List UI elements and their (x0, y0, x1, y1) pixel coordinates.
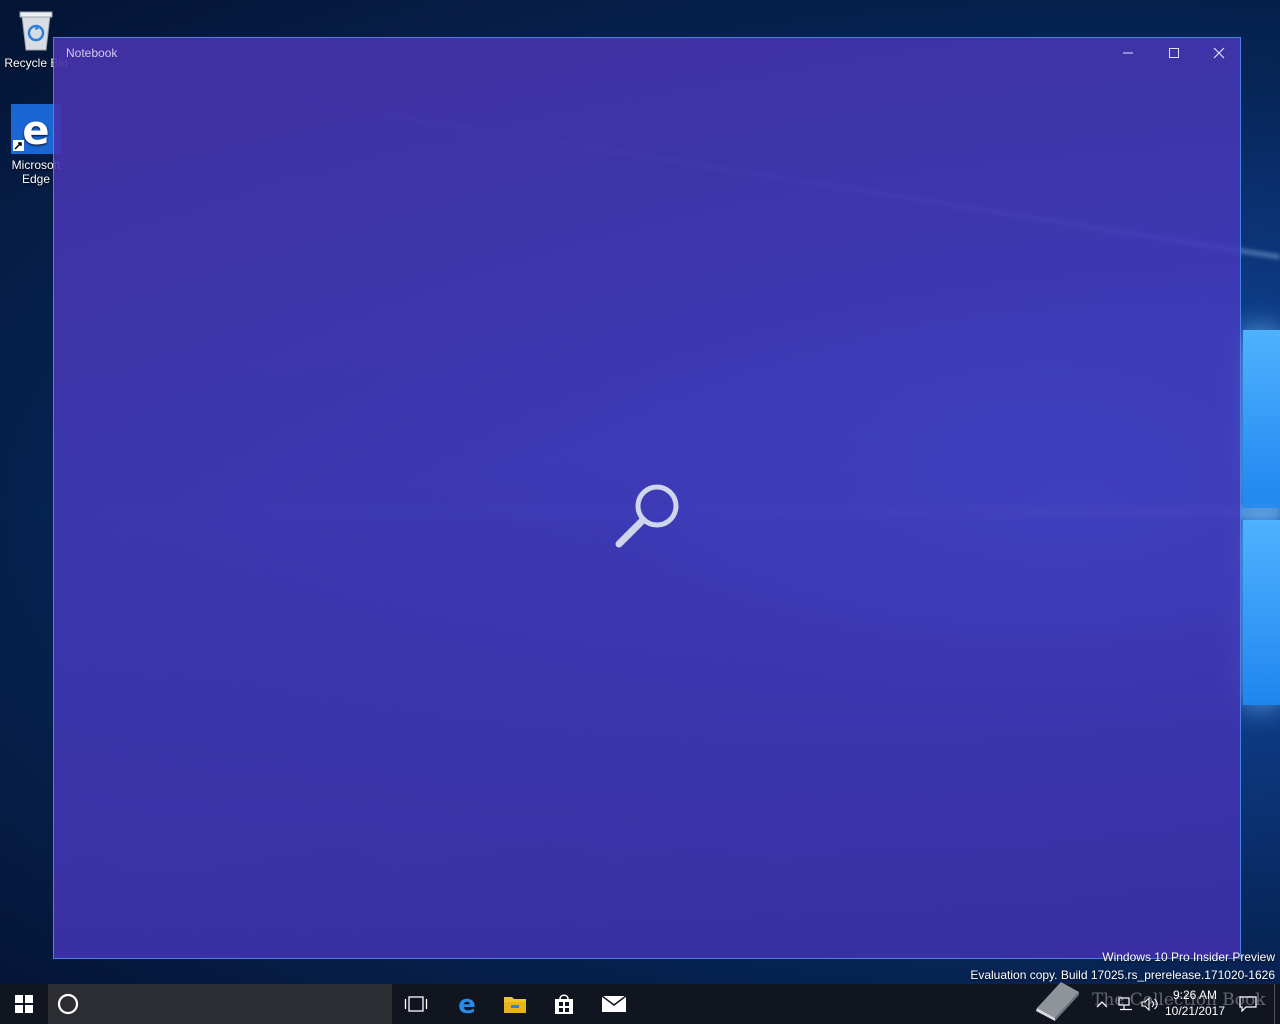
action-center-button[interactable] (1230, 984, 1266, 1024)
minimize-icon (1123, 52, 1133, 54)
close-button[interactable] (1196, 38, 1242, 68)
tray-show-hidden-button[interactable] (1090, 984, 1114, 1024)
show-desktop-button[interactable] (1274, 984, 1280, 1024)
window-titlebar[interactable]: Notebook (54, 38, 1240, 68)
file-explorer-icon (504, 997, 526, 1013)
close-icon (1213, 47, 1225, 59)
cortana-icon (57, 993, 79, 1020)
tray-clock[interactable]: 9:26 AM 10/21/2017 (1162, 988, 1228, 1018)
windows-start-icon (15, 995, 33, 1013)
window-title: Notebook (66, 46, 118, 60)
svg-text:e: e (22, 108, 49, 154)
wallpaper-logo-pane (1243, 520, 1280, 705)
maximize-icon (1169, 48, 1179, 58)
task-view-button[interactable] (392, 984, 440, 1024)
desktop: Recycle Bin e Microsoft Edge Notebook Wi… (0, 0, 1280, 1024)
recycle-bin-icon (17, 8, 55, 52)
loading-search-icon (614, 480, 684, 550)
tray-network-button[interactable] (1114, 984, 1138, 1024)
taskbar-store-button[interactable] (540, 984, 588, 1024)
taskbar-file-explorer-button[interactable] (491, 984, 539, 1024)
chevron-up-icon (1096, 1001, 1108, 1008)
taskbar-mail-button[interactable] (590, 984, 638, 1024)
svg-text:e: e (458, 992, 476, 1016)
build-watermark-line2: Evaluation copy. Build 17025.rs_prerelea… (970, 968, 1275, 982)
build-watermark-line1: Windows 10 Pro Insider Preview (1102, 950, 1275, 964)
clock-time: 9:26 AM (1172, 988, 1218, 1002)
network-icon (1118, 997, 1132, 1011)
mail-icon (601, 995, 627, 1012)
wallpaper-logo-pane (1243, 330, 1280, 508)
action-center-icon (1239, 996, 1257, 1012)
store-icon (555, 994, 573, 1014)
minimize-button[interactable] (1105, 38, 1151, 68)
tray-volume-button[interactable] (1138, 984, 1162, 1024)
task-view-icon (404, 996, 428, 1012)
book-overlay-icon (1031, 978, 1083, 1024)
start-button[interactable] (0, 984, 48, 1024)
maximize-button[interactable] (1151, 38, 1197, 68)
taskbar-edge-button[interactable]: e (443, 984, 491, 1024)
edge-icon: e (458, 992, 476, 1016)
clock-date: 10/21/2017 (1164, 1004, 1226, 1018)
cortana-search-box[interactable] (48, 984, 392, 1024)
notebook-window[interactable]: Notebook (53, 37, 1241, 959)
taskbar: e The Collection Book 9:26 AM 10/21/2017 (0, 982, 1280, 1024)
volume-icon (1141, 997, 1158, 1011)
